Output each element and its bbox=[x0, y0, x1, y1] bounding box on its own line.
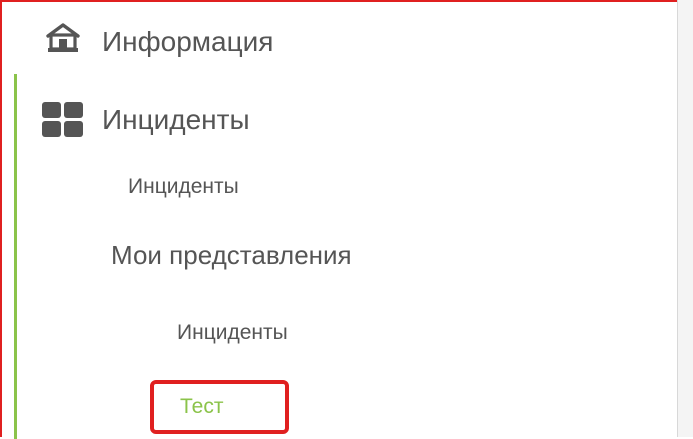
home-icon bbox=[46, 21, 80, 55]
my-views-heading: Мои представления bbox=[111, 240, 352, 270]
sidebar-item-label: Информация bbox=[102, 26, 274, 57]
sidebar-nav: Информация Инциденты Инциденты Мои предс… bbox=[2, 2, 677, 439]
my-view-item-incidents[interactable]: Инциденты bbox=[177, 318, 288, 348]
content-pane-edge bbox=[678, 0, 693, 437]
sidebar-item-incidents[interactable]: Инциденты bbox=[42, 96, 250, 144]
sidebar-subitem-incidents[interactable]: Инциденты bbox=[128, 172, 239, 202]
sidebar-item-label: Инциденты bbox=[102, 104, 250, 135]
sidebar-item-information[interactable]: Информация bbox=[46, 20, 273, 64]
grid-icon bbox=[42, 102, 84, 138]
my-view-item-label: Тест bbox=[180, 395, 224, 418]
active-section-indicator bbox=[14, 74, 17, 439]
sidebar-subitem-label: Инциденты bbox=[128, 175, 239, 198]
my-view-item-test[interactable]: Тест bbox=[150, 380, 289, 434]
my-view-item-label: Инциденты bbox=[177, 321, 288, 344]
